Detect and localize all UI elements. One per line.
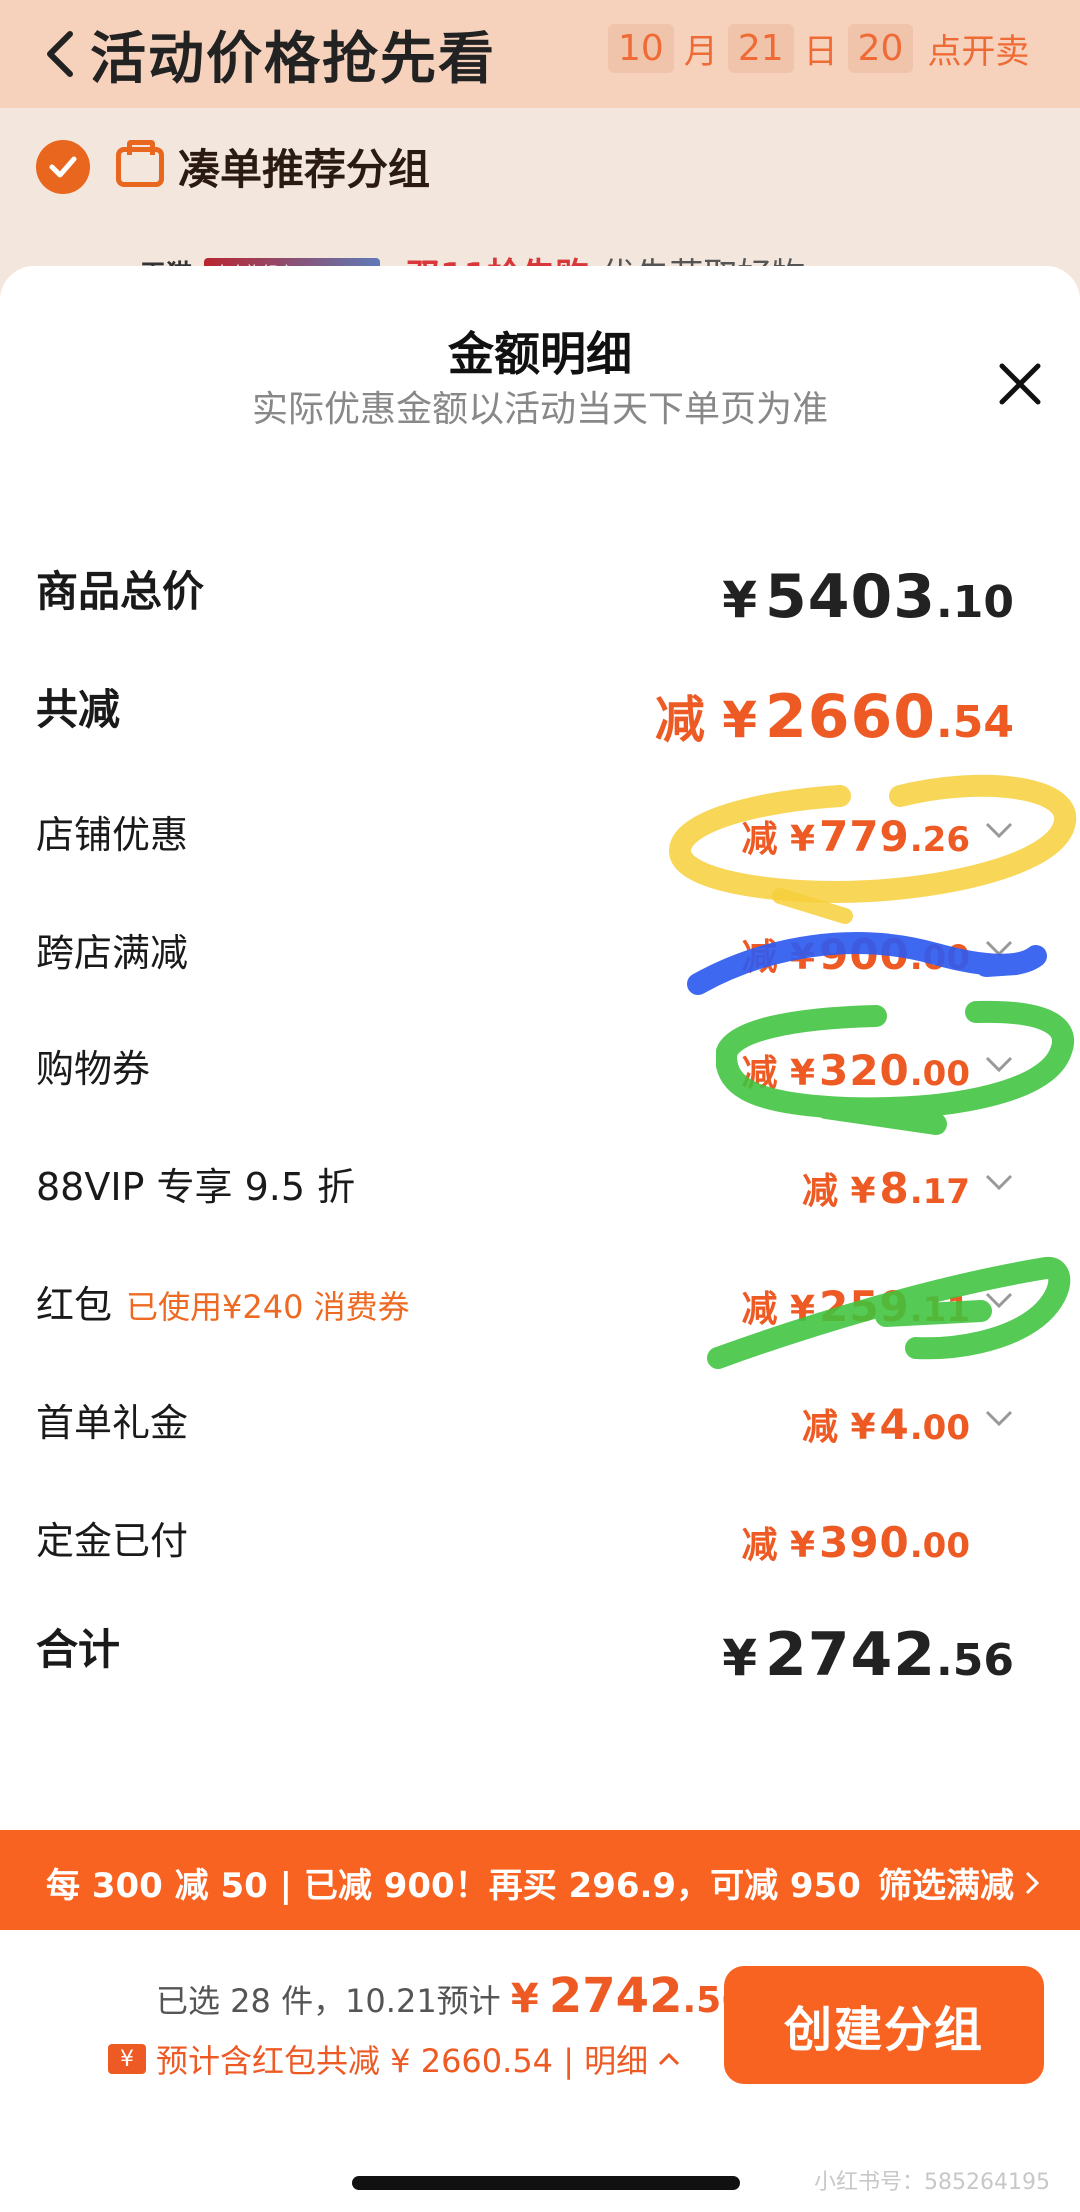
countdown: 10 月 21 日 20 点开卖 [608,24,1029,73]
chevron-down-icon[interactable] [984,1408,1014,1428]
group-label: 凑单推荐分组 [178,145,431,194]
back-arrow-icon[interactable] [40,26,80,82]
selected-summary: 已选 28 件，10.21预计 ¥ 2742.56 [156,1968,746,2024]
red-packet-detail-text: 预计含红包共减 ¥ 2660.54 | 明细 [156,2042,649,2080]
row-label: 跨店满减 [36,931,189,975]
sheet-title: 金额明细 [448,327,632,381]
sheet-subtitle: 实际优惠金额以活动当天下单页为准 [251,389,828,430]
row-amount: ¥2742.56 [722,1620,1014,1690]
chevron-down-icon[interactable] [984,1054,1014,1074]
red-packet-note: 已使用¥240 消费券 [126,1288,410,1326]
folder-icon [116,139,164,187]
promo-bar: 每 300 减 50 | 已减 900！再买 296.9，可减 950 筛选满减 [0,1830,1080,1930]
close-icon[interactable] [990,354,1050,414]
page-title: 活动价格抢先看 [90,27,496,92]
row-amount: 减 ¥8.17 [801,1164,970,1213]
chevron-up-icon [659,2052,680,2066]
row-deposit-paid: 定金已付 减 ¥390.00 [36,1496,1036,1576]
row-amount: 减 ¥390.00 [741,1518,971,1567]
row-amount: 减 ¥2660.54 [654,682,1014,752]
row-label: 店铺优惠 [36,813,189,857]
countdown-hour: 20 [847,24,914,73]
filter-discount-label: 筛选满减 [878,1866,1014,1906]
row-88vip-discount[interactable]: 88VIP 专享 9.5 折 减 ¥8.17 [36,1142,1036,1222]
group-row[interactable]: 凑单推荐分组 [36,136,430,197]
watermark: 小红书号：585264195 [814,2170,1050,2195]
chevron-down-icon[interactable] [984,938,1014,958]
row-amount: 减 ¥320.00 [741,1046,971,1095]
red-packet-detail-link[interactable]: ¥ 预计含红包共减 ¥ 2660.54 | 明细 [108,2036,680,2082]
row-label: 商品总价 [36,567,205,616]
promo-text: 每 300 减 50 | 已减 900！再买 296.9，可减 950 [46,1866,861,1906]
countdown-month-unit: 月 [683,32,718,72]
chevron-down-icon[interactable] [984,820,1014,840]
countdown-tail: 点开卖 [927,32,1030,72]
row-amount: 减 ¥900.00 [741,930,971,979]
checked-icon[interactable] [36,139,90,194]
row-first-order-gift[interactable]: 首单礼金 减 ¥4.00 [36,1378,1036,1458]
selected-count: 已选 28 件，10.21预计 [156,1982,501,2020]
background-header: 活动价格抢先看 10 月 21 日 20 点开卖 [0,0,1080,108]
row-grand-total: 合计 ¥2742.56 [36,1610,1036,1690]
countdown-day-unit: 日 [803,32,838,72]
create-group-button[interactable]: 创建分组 [724,1966,1044,2084]
row-store-discount[interactable]: 店铺优惠 减 ¥779.26 [36,790,1036,870]
row-label: 88VIP 专享 9.5 折 [36,1165,356,1209]
row-amount: ¥5403.10 [722,562,1014,632]
chevron-right-icon [1025,1871,1040,1894]
countdown-month: 10 [608,24,674,73]
total-currency: ¥ [510,1976,539,2022]
row-label: 定金已付 [36,1519,189,1563]
coupon-icon: ¥ [108,2044,146,2074]
total-integer: 2742 [548,1968,683,2024]
row-label: 红包 已使用¥240 消费券 [36,1283,410,1327]
background-page: 活动价格抢先看 10 月 21 日 20 点开卖 凑单推荐分组 天猫 官方旗舰店… [0,0,1080,300]
row-red-packet[interactable]: 红包 已使用¥240 消费券 减 ¥259.11 [36,1260,1036,1340]
chevron-down-icon[interactable] [984,1290,1014,1310]
row-cross-store-discount[interactable]: 跨店满减 减 ¥900.00 [36,908,1036,988]
row-label: 合计 [36,1625,121,1674]
row-total-price: 商品总价 ¥5403.10 [36,552,1036,632]
home-indicator[interactable] [352,2176,740,2190]
row-shopping-voucher[interactable]: 购物券 减 ¥320.00 [36,1024,1036,1104]
filter-discount-link[interactable]: 筛选满减 [878,1858,1040,1907]
row-label: 首单礼金 [36,1401,189,1445]
row-amount: 减 ¥259.11 [741,1282,971,1331]
countdown-day: 21 [727,24,794,73]
row-total-discount: 共减 减 ¥2660.54 [36,670,1036,752]
chevron-down-icon[interactable] [984,1172,1014,1192]
row-label: 共减 [36,685,121,734]
row-label: 购物券 [36,1047,151,1091]
bottom-action-bar: 已选 28 件，10.21预计 ¥ 2742.56 ¥ 预计含红包共减 ¥ 26… [0,1930,1080,2212]
row-amount: 减 ¥779.26 [741,812,971,861]
row-amount: 减 ¥4.00 [801,1400,970,1449]
